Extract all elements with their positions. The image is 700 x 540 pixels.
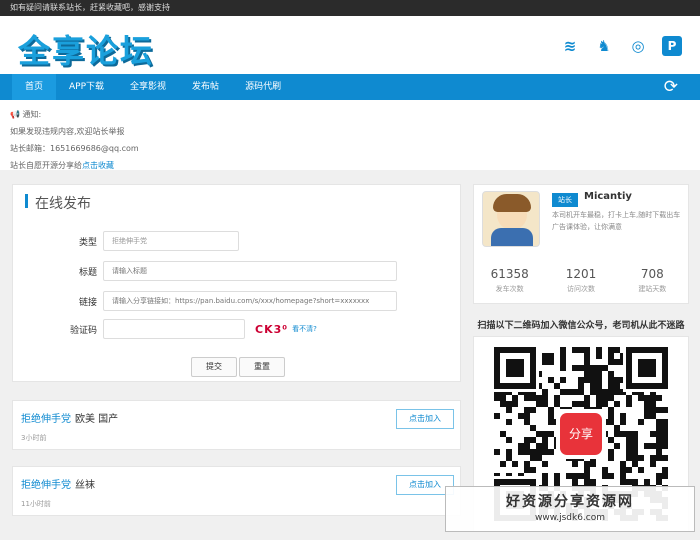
post-author[interactable]: 拒绝伸手党 xyxy=(21,480,71,491)
type-field[interactable]: 拒绝伸手党 xyxy=(103,231,239,251)
post-item[interactable]: 拒绝伸手党 丝袜 11小时前 点击加入 xyxy=(12,466,461,516)
topbar-text: 如有疑问请联系站长，赶紧收藏吧，感谢支持 xyxy=(10,3,170,12)
type-label: 类型 xyxy=(78,237,97,248)
stat-days: 708 建站天数 xyxy=(617,267,688,294)
bookmark-link[interactable]: 点击收藏 xyxy=(82,161,114,170)
social-links: ≋ ♞ ◎ P xyxy=(560,36,682,56)
stat-value: 708 xyxy=(640,267,664,281)
nav-source[interactable]: 源码代刷 xyxy=(232,74,294,100)
captcha-input[interactable] xyxy=(103,319,245,339)
title-label: 标题 xyxy=(78,267,97,278)
avatar-hair xyxy=(493,194,531,212)
watermark: 好资源分享资源网 www.jsdk6.com xyxy=(445,486,695,532)
profile-stats: 61358 发车次数 1201 访问次数 708 建站天数 xyxy=(474,267,688,294)
join-button[interactable]: 点击加入 xyxy=(396,409,454,429)
avatar-body xyxy=(491,228,533,246)
nav-home[interactable]: 首页 xyxy=(12,74,57,100)
profile-card: 站长 Micantiy 本司机开车最稳，打卡上车,随时下载出车广告课体验，让你满… xyxy=(473,184,689,304)
notice-title: 📢 通知: xyxy=(10,110,42,119)
title-row: 标题 xyxy=(13,261,397,281)
profile-name: Micantiy xyxy=(584,191,632,202)
pinterest-icon[interactable]: P xyxy=(662,36,682,56)
qr-logo-text: 分享 xyxy=(569,426,593,441)
stat-visits: 1201 访问次数 xyxy=(545,267,616,294)
nav-movies[interactable]: 全享影视 xyxy=(117,74,179,100)
nav-app-download[interactable]: APP下载 xyxy=(56,74,117,100)
notice-text: 站长自愿开源分享给 xyxy=(10,161,82,170)
nav-post[interactable]: 发布帖 xyxy=(179,74,232,100)
stat-label: 建站天数 xyxy=(638,285,667,293)
captcha-row: 验证码 CK3⁰ 看不清? xyxy=(13,319,317,339)
stat-label: 访问次数 xyxy=(566,285,595,293)
stat-value: 61358 xyxy=(490,267,529,281)
watermark-url: www.jsdk6.com xyxy=(534,513,606,523)
stat-label: 发车次数 xyxy=(495,285,524,293)
type-row: 类型 拒绝伸手党 xyxy=(13,231,239,251)
notice-email: 站长邮箱：1651669686@qq.com xyxy=(10,144,139,153)
notice-line: 如果发现违规内容,欢迎站长举报 xyxy=(10,127,125,136)
title-input[interactable] xyxy=(103,261,397,281)
post-time: 3小时前 xyxy=(21,434,47,442)
rss-icon[interactable]: ≋ xyxy=(560,36,580,56)
top-announcement-bar: 如有疑问请联系站长，赶紧收藏吧，感谢支持 xyxy=(0,0,700,16)
post-time: 11小时前 xyxy=(21,500,51,508)
notice-panel: 📢 通知: 如果发现违规内容,欢迎站长举报 站长邮箱：1651669686@qq… xyxy=(0,100,700,170)
publish-title: 在线发布 xyxy=(25,193,91,213)
post-category: 丝袜 xyxy=(75,480,95,491)
weibo-icon[interactable]: ◎ xyxy=(628,36,648,56)
notice-line: 站长自愿开源分享给点击收藏 xyxy=(10,157,688,174)
main-nav: 首页 APP下载 全享影视 发布帖 源码代刷 ⟳ xyxy=(0,74,700,100)
qr-title: 扫描以下二维码加入微信公众号，老司机从此不迷路 xyxy=(477,321,685,331)
link-input[interactable] xyxy=(103,291,397,311)
captcha-label: 验证码 xyxy=(69,325,97,336)
watermark-text: 好资源分享资源网 xyxy=(506,494,634,510)
post-item[interactable]: 拒绝伸手党 欧美 国产 3小时前 点击加入 xyxy=(12,400,461,450)
publish-form: 在线发布 类型 拒绝伸手党 标题 链接 验证码 CK3⁰ 看不清? 提交 重置 xyxy=(12,184,461,382)
submit-button[interactable]: 提交 xyxy=(191,357,237,377)
link-label: 链接 xyxy=(78,297,97,308)
reset-button[interactable]: 重置 xyxy=(239,357,285,377)
avatar[interactable] xyxy=(482,191,540,247)
qq-icon[interactable]: ♞ xyxy=(594,36,614,56)
stat-value: 1201 xyxy=(565,267,597,281)
role-badge: 站长 xyxy=(552,193,578,207)
post-title: 拒绝伸手党 欧美 国产 xyxy=(21,410,118,425)
post-title: 拒绝伸手党 丝袜 xyxy=(21,476,95,491)
captcha-image[interactable]: CK3⁰ xyxy=(255,323,288,336)
post-category: 欧美 国产 xyxy=(75,414,119,425)
site-header: 全享论坛 ≋ ♞ ◎ P xyxy=(0,16,700,74)
post-author[interactable]: 拒绝伸手党 xyxy=(21,414,71,425)
refresh-icon[interactable]: ⟳ xyxy=(664,77,678,97)
captcha-refresh-link[interactable]: 看不清? xyxy=(292,324,317,334)
link-row: 链接 xyxy=(13,291,397,311)
site-logo[interactable]: 全享论坛 xyxy=(18,26,154,72)
stat-posts: 61358 发车次数 xyxy=(474,267,545,294)
profile-bio: 本司机开车最稳，打卡上车,随时下载出车广告课体验，让你满意 xyxy=(552,211,681,231)
